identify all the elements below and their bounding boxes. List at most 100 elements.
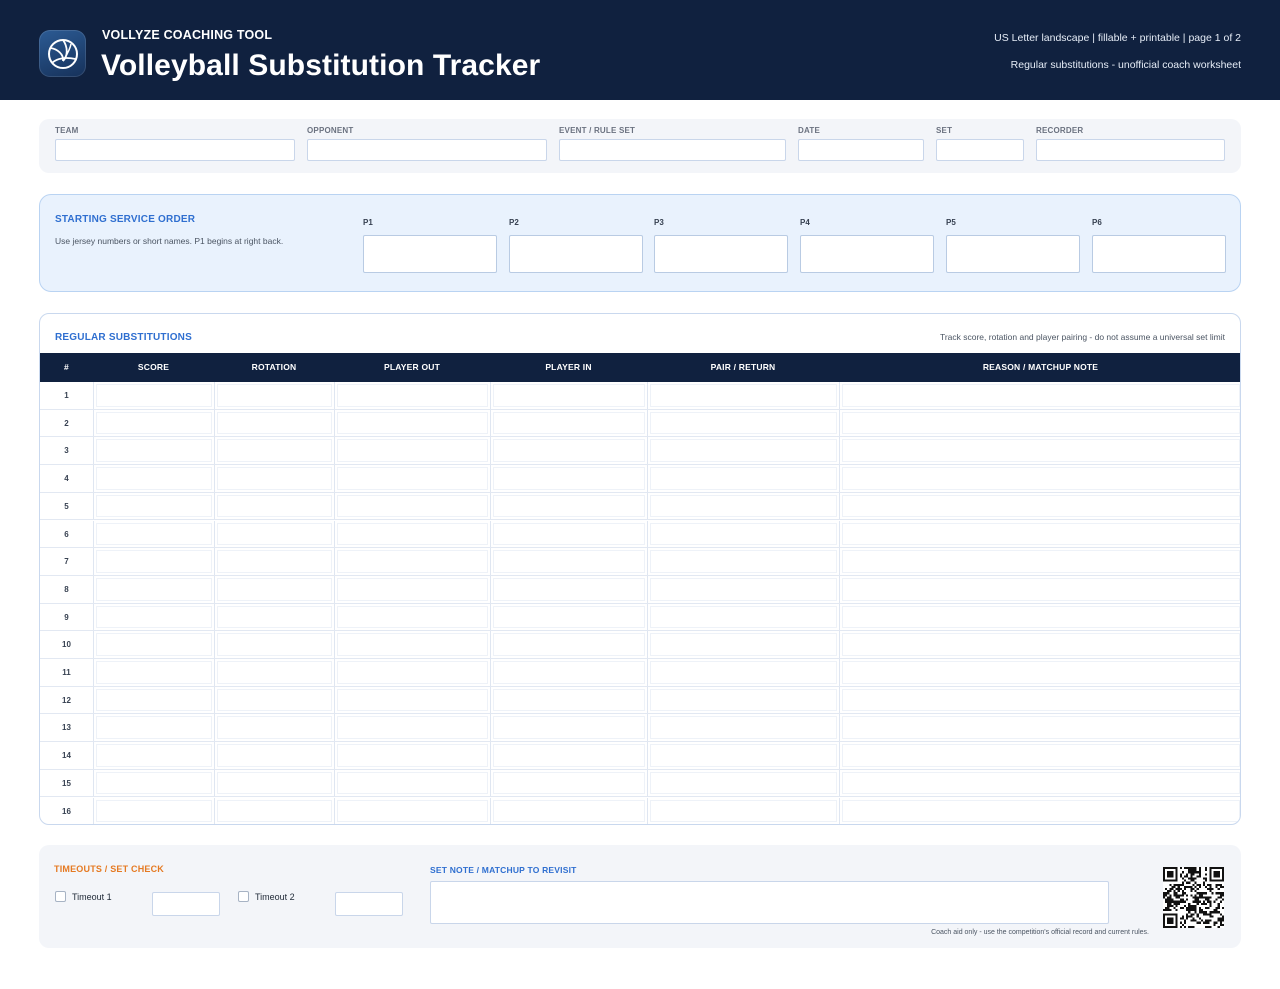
rotation-input[interactable]: [217, 688, 332, 712]
pair-return-cell[interactable]: [647, 409, 839, 437]
score-cell[interactable]: [93, 492, 214, 520]
player-in-cell[interactable]: [490, 492, 647, 520]
player-out-cell[interactable]: [334, 465, 490, 492]
player-out-cell[interactable]: [334, 548, 490, 575]
team-field[interactable]: [55, 139, 295, 161]
score-input[interactable]: [96, 716, 212, 740]
player-out-input[interactable]: [337, 467, 488, 490]
player-in-input[interactable]: [493, 661, 645, 684]
score-input[interactable]: [96, 744, 212, 767]
score-input[interactable]: [96, 550, 212, 573]
player-out-input[interactable]: [337, 605, 488, 629]
player-out-cell[interactable]: [334, 714, 490, 742]
pair-return-cell[interactable]: [647, 714, 839, 742]
score-input[interactable]: [96, 688, 212, 712]
score-cell[interactable]: [93, 686, 214, 714]
score-input[interactable]: [96, 439, 212, 463]
score-cell[interactable]: [93, 769, 214, 797]
score-input[interactable]: [96, 661, 212, 684]
reason-cell[interactable]: [839, 465, 1240, 492]
pair-return-input[interactable]: [650, 799, 837, 823]
rotation-cell[interactable]: [214, 492, 334, 520]
rotation-input[interactable]: [217, 716, 332, 740]
player-in-input[interactable]: [493, 605, 645, 629]
player-in-input[interactable]: [493, 771, 645, 795]
reason-cell[interactable]: [839, 797, 1240, 824]
reason-cell[interactable]: [839, 714, 1240, 742]
reason-input[interactable]: [842, 688, 1240, 712]
player-in-input[interactable]: [493, 494, 645, 518]
pair-return-cell[interactable]: [647, 797, 839, 824]
score-input[interactable]: [96, 605, 212, 629]
reason-cell[interactable]: [839, 575, 1240, 603]
player-in-input[interactable]: [493, 688, 645, 712]
rotation-input[interactable]: [217, 577, 332, 601]
score-cell[interactable]: [93, 797, 214, 824]
player-out-cell[interactable]: [334, 797, 490, 824]
reason-input[interactable]: [842, 439, 1240, 463]
reason-cell[interactable]: [839, 769, 1240, 797]
rotation-cell[interactable]: [214, 409, 334, 437]
rotation-cell[interactable]: [214, 382, 334, 409]
reason-cell[interactable]: [839, 631, 1240, 658]
timeout-2-field[interactable]: [335, 892, 403, 916]
player-in-input[interactable]: [493, 716, 645, 740]
position-input-p5[interactable]: [946, 235, 1080, 273]
player-in-input[interactable]: [493, 799, 645, 823]
score-cell[interactable]: [93, 409, 214, 437]
reason-cell[interactable]: [839, 603, 1240, 631]
player-out-input[interactable]: [337, 577, 488, 601]
player-out-cell[interactable]: [334, 659, 490, 686]
pair-return-input[interactable]: [650, 439, 837, 463]
player-in-cell[interactable]: [490, 659, 647, 686]
player-in-cell[interactable]: [490, 382, 647, 409]
reason-input[interactable]: [842, 799, 1240, 823]
pair-return-input[interactable]: [650, 467, 837, 490]
reason-input[interactable]: [842, 661, 1240, 684]
position-input-p2[interactable]: [509, 235, 643, 273]
player-in-cell[interactable]: [490, 797, 647, 824]
score-cell[interactable]: [93, 742, 214, 769]
score-cell[interactable]: [93, 575, 214, 603]
player-in-cell[interactable]: [490, 575, 647, 603]
pair-return-input[interactable]: [650, 411, 837, 435]
reason-input[interactable]: [842, 716, 1240, 740]
pair-return-cell[interactable]: [647, 575, 839, 603]
reason-cell[interactable]: [839, 492, 1240, 520]
rotation-input[interactable]: [217, 411, 332, 435]
reason-input[interactable]: [842, 744, 1240, 767]
recorder-field[interactable]: [1036, 139, 1225, 161]
set-note-field[interactable]: [430, 881, 1109, 924]
set-field[interactable]: [936, 139, 1024, 161]
rotation-input[interactable]: [217, 439, 332, 463]
pair-return-cell[interactable]: [647, 631, 839, 658]
reason-input[interactable]: [842, 494, 1240, 518]
rotation-cell[interactable]: [214, 631, 334, 658]
rotation-input[interactable]: [217, 522, 332, 546]
pair-return-input[interactable]: [650, 716, 837, 740]
player-out-cell[interactable]: [334, 603, 490, 631]
player-in-cell[interactable]: [490, 714, 647, 742]
pair-return-input[interactable]: [650, 384, 837, 407]
player-in-cell[interactable]: [490, 769, 647, 797]
player-in-input[interactable]: [493, 467, 645, 490]
opponent-field[interactable]: [307, 139, 547, 161]
pair-return-input[interactable]: [650, 550, 837, 573]
score-cell[interactable]: [93, 631, 214, 658]
score-input[interactable]: [96, 467, 212, 490]
player-in-input[interactable]: [493, 577, 645, 601]
rotation-cell[interactable]: [214, 548, 334, 575]
rotation-cell[interactable]: [214, 520, 334, 548]
player-in-input[interactable]: [493, 633, 645, 656]
player-in-cell[interactable]: [490, 520, 647, 548]
reason-cell[interactable]: [839, 520, 1240, 548]
rotation-cell[interactable]: [214, 659, 334, 686]
score-input[interactable]: [96, 799, 212, 823]
rotation-input[interactable]: [217, 467, 332, 490]
player-out-cell[interactable]: [334, 769, 490, 797]
rotation-input[interactable]: [217, 744, 332, 767]
player-out-cell[interactable]: [334, 492, 490, 520]
player-in-cell[interactable]: [490, 631, 647, 658]
reason-input[interactable]: [842, 384, 1240, 407]
player-out-input[interactable]: [337, 771, 488, 795]
